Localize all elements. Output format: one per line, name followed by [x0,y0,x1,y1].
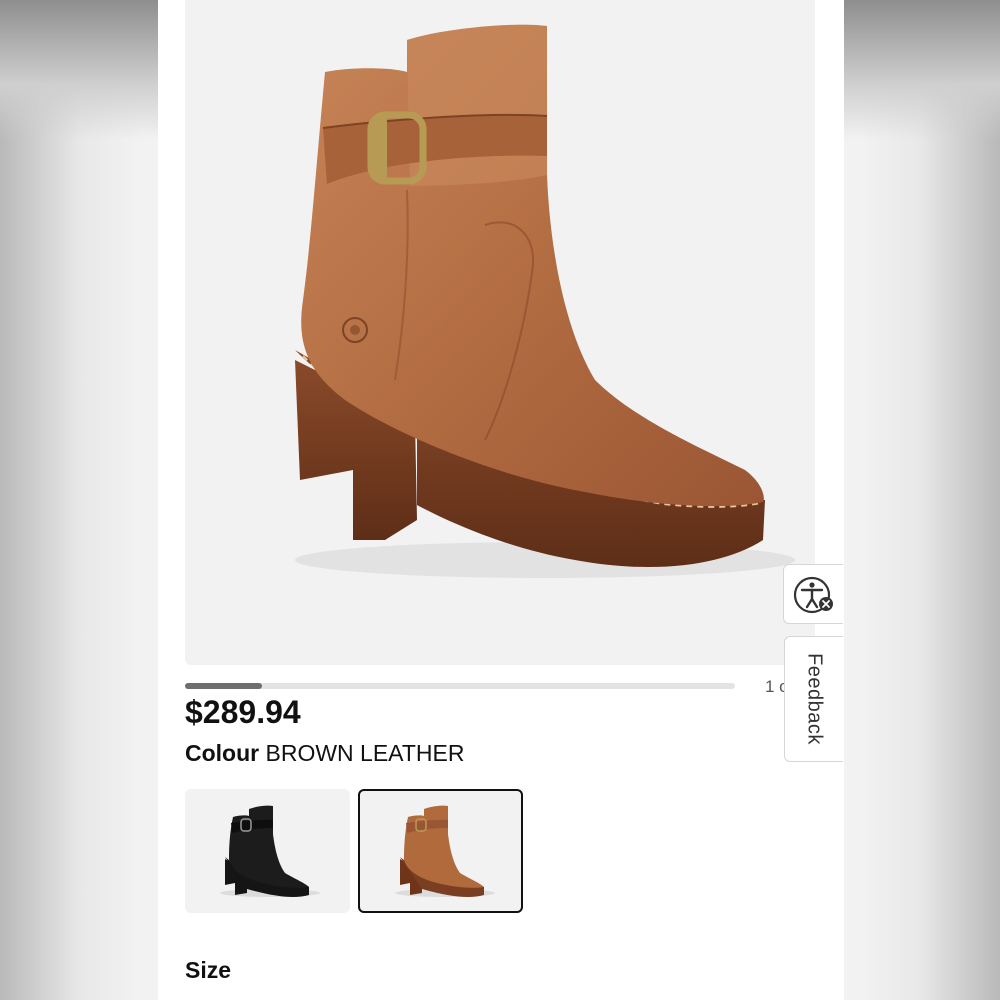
colour-label: Colour [185,740,260,766]
colour-value: BROWN LEATHER [265,740,465,766]
brown-boot-thumbnail [395,805,495,897]
product-price: $289.94 [185,694,301,730]
feedback-tab[interactable]: Feedback [784,636,843,762]
gallery-counter: 1 of [765,677,785,696]
boot-illustration [295,24,795,578]
gallery-progress-bar [185,683,735,689]
product-image[interactable] [185,0,815,665]
product-page: 1 of $289.94 Colour BROWN LEATHER Size [158,0,844,1000]
accessibility-icon [793,576,833,614]
swatch-black[interactable] [185,789,350,913]
accessibility-button[interactable] [783,564,843,624]
colour-line: Colour BROWN LEATHER [185,740,464,767]
size-label: Size [185,957,232,983]
swatch-brown-selected[interactable] [358,789,523,913]
gallery-progress-fill [185,683,262,689]
feedback-label: Feedback [803,653,826,745]
black-boot-thumbnail [220,805,320,897]
